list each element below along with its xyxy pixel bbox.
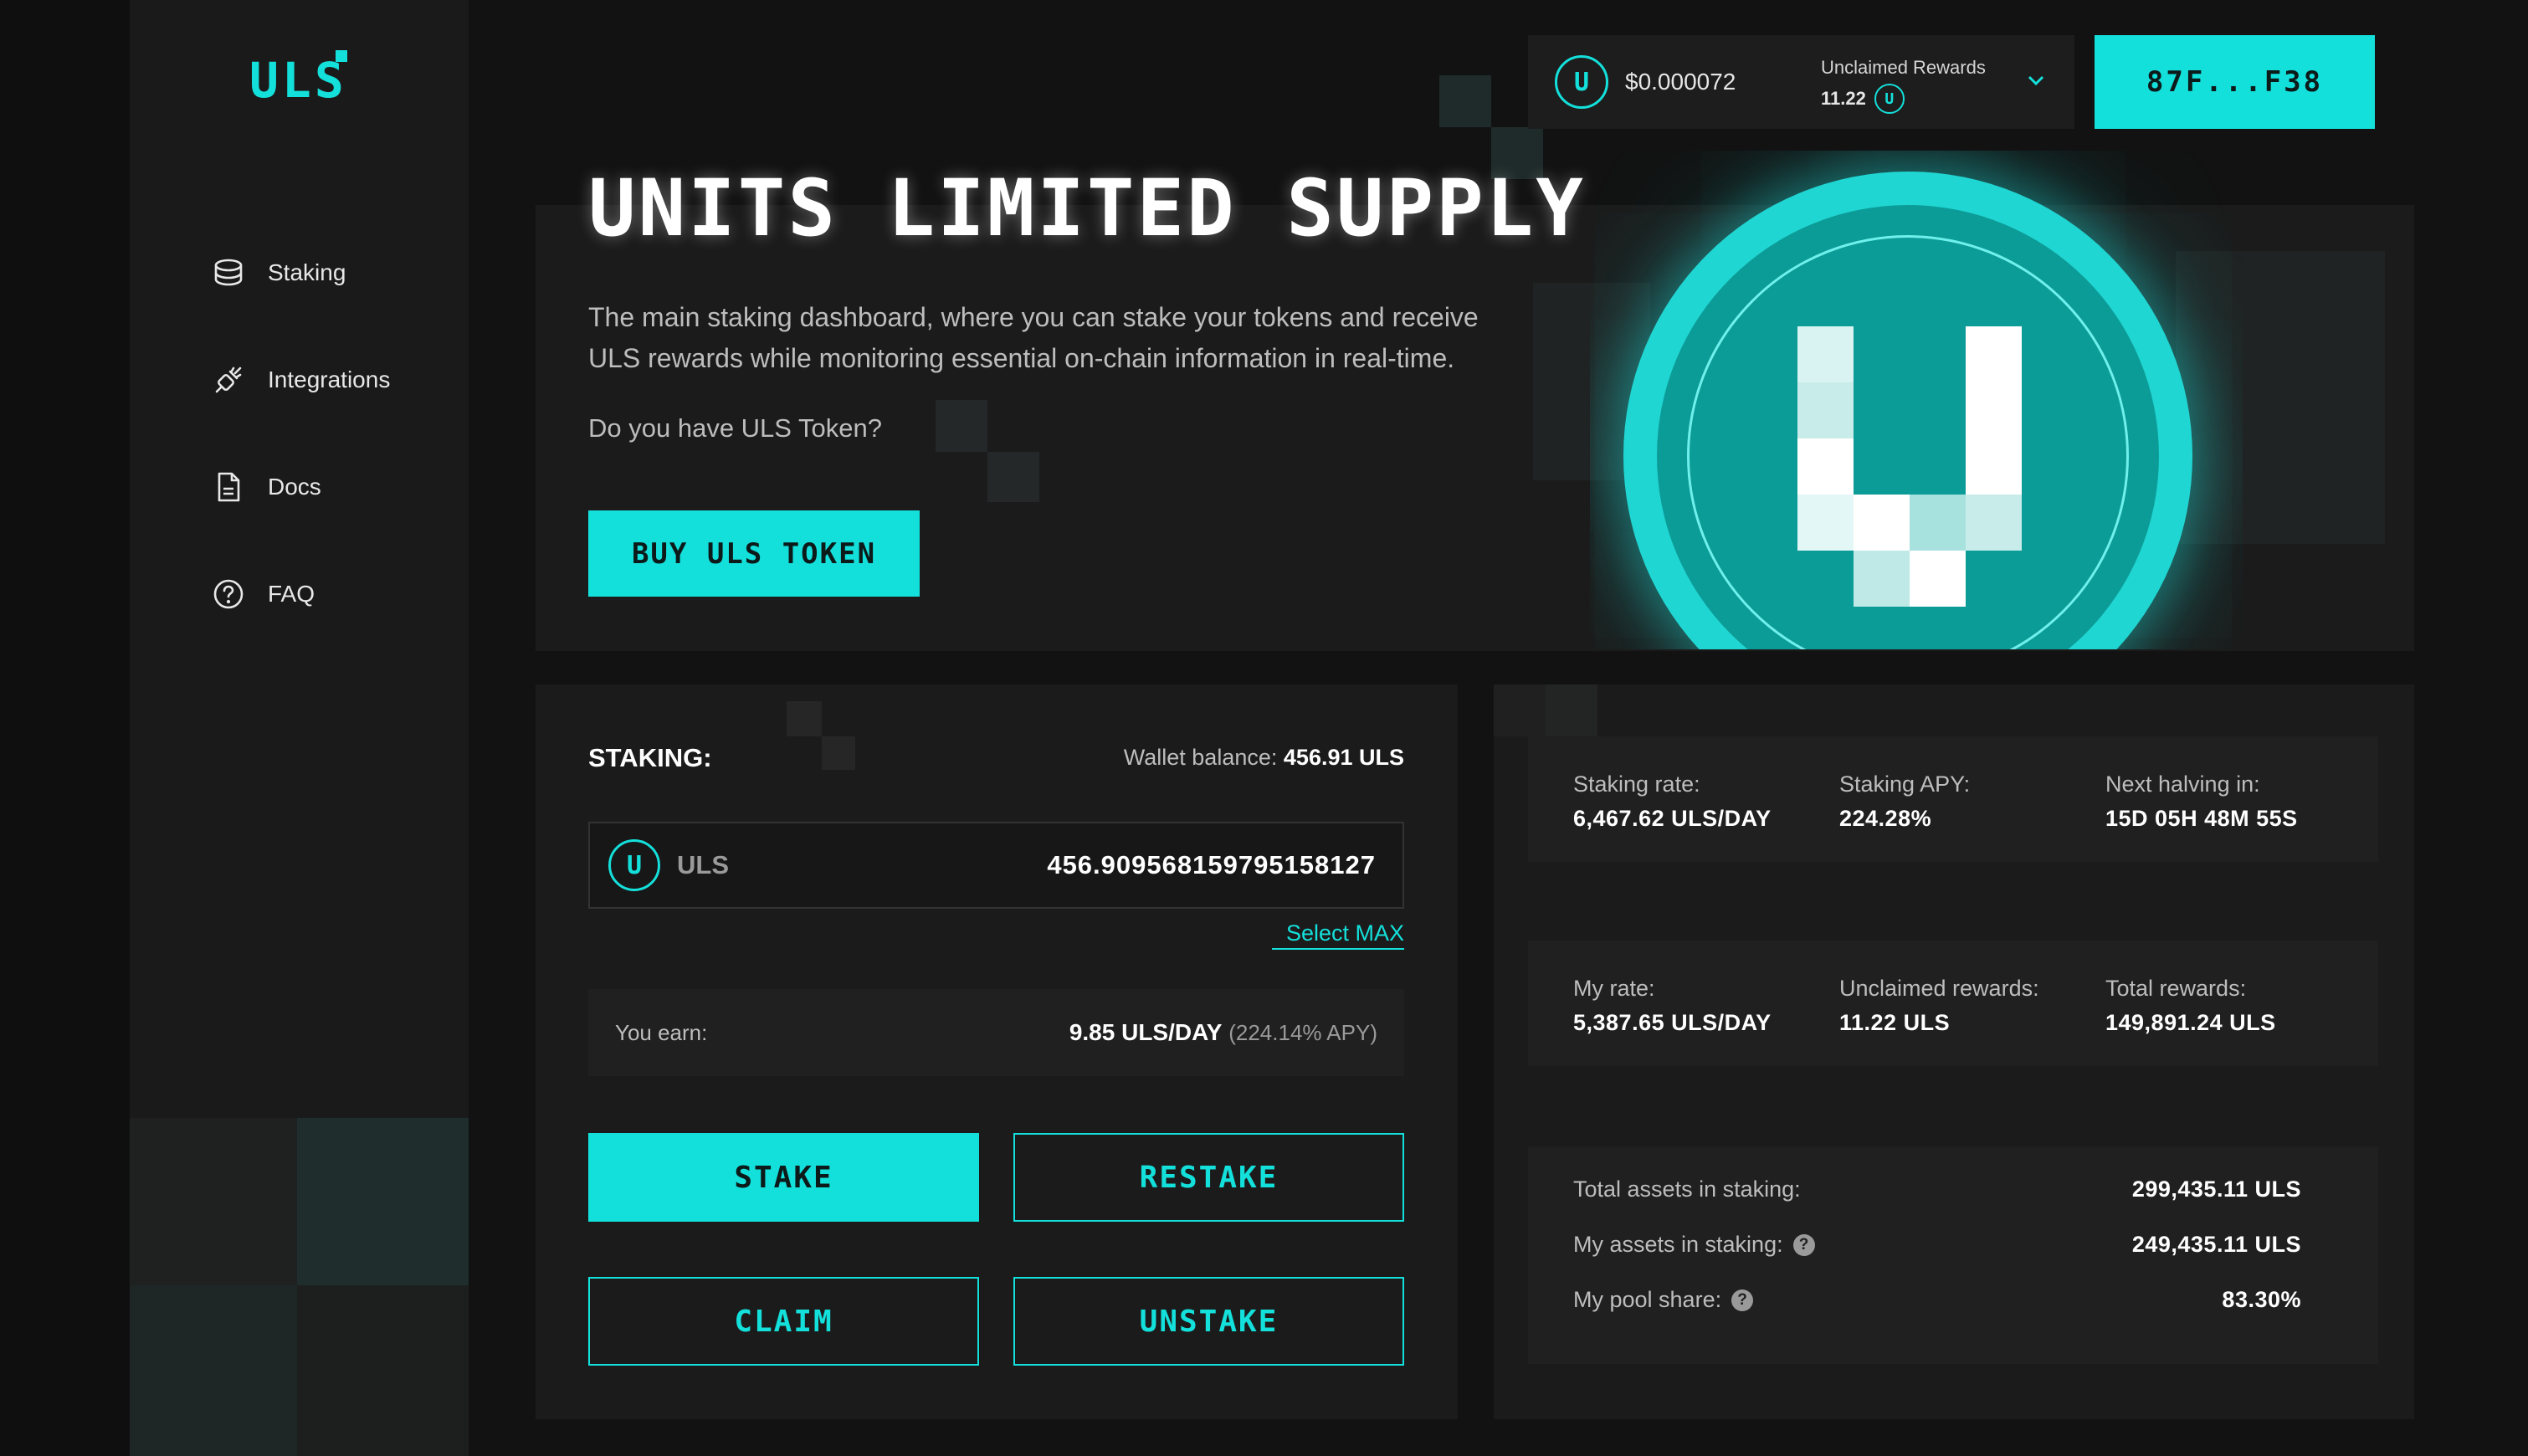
my-stats-card: My rate: 5,387.65 ULS/DAY Unclaimed rewa… bbox=[1528, 941, 2378, 1066]
stat-total-rewards: Total rewards: 149,891.24 ULS bbox=[2105, 976, 2276, 1036]
stat-unclaimed-rewards: Unclaimed rewards: 11.22 ULS bbox=[1839, 976, 2039, 1036]
uls-coin-icon: U bbox=[1874, 84, 1905, 114]
decor-pixel bbox=[297, 1285, 469, 1456]
stat-value: 15D 05H 48M 55S bbox=[2105, 806, 2298, 831]
stake-button[interactable]: STAKE bbox=[588, 1133, 979, 1222]
stat-label: Next halving in: bbox=[2105, 772, 2260, 797]
stat-value: 249,435.11 ULS bbox=[2131, 1232, 2301, 1257]
stat-value: 6,467.62 ULS/DAY bbox=[1573, 806, 1772, 831]
decor-pixel bbox=[1494, 684, 1546, 736]
wallet-balance: Wallet balance: 456.91 ULS bbox=[1105, 745, 1404, 771]
stat-value: 149,891.24 ULS bbox=[2105, 1010, 2276, 1035]
sidebar-item-staking[interactable]: Staking bbox=[209, 219, 390, 326]
claim-button[interactable]: CLAIM bbox=[588, 1277, 979, 1366]
wallet-balance-label: Wallet balance: bbox=[1123, 745, 1278, 770]
decor-pixel bbox=[787, 701, 822, 736]
stat-staking-rate: Staking rate: 6,467.62 ULS/DAY bbox=[1573, 772, 1772, 832]
stat-label: Total rewards: bbox=[2105, 976, 2247, 1001]
stat-label-wrap: My assets in staking: ? bbox=[1573, 1232, 1815, 1258]
question-circle-icon bbox=[209, 575, 248, 613]
stat-label: Staking rate: bbox=[1573, 772, 1700, 797]
stat-label: Total assets in staking: bbox=[1573, 1177, 1801, 1202]
sidebar-item-label: Integrations bbox=[268, 367, 391, 392]
wallet-balance-value: 456.91 ULS bbox=[1283, 745, 1404, 770]
unstake-button[interactable]: UNSTAKE bbox=[1013, 1277, 1404, 1366]
stat-label: My assets in staking: bbox=[1573, 1232, 1783, 1257]
stat-label: My rate: bbox=[1573, 976, 1655, 1001]
earn-summary: You earn: 9.85 ULS/DAY (224.14% APY) bbox=[588, 989, 1404, 1076]
restake-button[interactable]: RESTAKE bbox=[1013, 1133, 1404, 1222]
global-stats-card: Staking rate: 6,467.62 ULS/DAY Staking A… bbox=[1528, 736, 2378, 862]
sidebar: ULS Staking Integrations Docs FAQ bbox=[130, 0, 469, 1456]
staking-title: STAKING: bbox=[588, 743, 712, 772]
decor-pixel bbox=[822, 736, 855, 770]
help-icon[interactable]: ? bbox=[1731, 1289, 1754, 1311]
earn-apy: (224.14% APY) bbox=[1228, 1020, 1377, 1045]
stat-label: My pool share: bbox=[1573, 1287, 1722, 1312]
stat-staking-apy: Staking APY: 224.28% bbox=[1839, 772, 1970, 832]
plug-icon bbox=[209, 361, 248, 399]
chevron-down-icon[interactable] bbox=[2024, 69, 2048, 92]
page-margin bbox=[0, 0, 130, 1456]
wallet-address-button[interactable]: 87F...F38 bbox=[2095, 35, 2375, 129]
decor-pixel bbox=[936, 400, 987, 452]
stat-value: 299,435.11 ULS bbox=[2131, 1177, 2301, 1202]
pool-row-total-assets: Total assets in staking: 299,435.11 ULS bbox=[1573, 1177, 2301, 1202]
stake-amount-field: U ULS bbox=[588, 822, 1404, 909]
buy-token-button[interactable]: BUY ULS TOKEN bbox=[588, 510, 920, 597]
unclaimed-rewards-dropdown[interactable]: Unclaimed Rewards 11.22 U bbox=[1794, 35, 2074, 129]
stat-label-wrap: My pool share: ? bbox=[1573, 1287, 1754, 1313]
sidebar-item-faq[interactable]: FAQ bbox=[209, 541, 390, 648]
rewards-value: 11.22 bbox=[1821, 88, 1866, 109]
help-icon[interactable]: ? bbox=[1792, 1233, 1815, 1256]
page-title: UNITS LIMITED SUPPLY bbox=[588, 163, 1586, 254]
decor-pixel bbox=[1546, 684, 1597, 736]
decor-pixel bbox=[130, 1285, 297, 1456]
decor-pixel bbox=[987, 452, 1039, 502]
stat-label: Staking APY: bbox=[1839, 772, 1971, 797]
stat-label: Unclaimed rewards: bbox=[1839, 976, 2039, 1001]
coins-stack-icon bbox=[209, 254, 248, 292]
earn-label: You earn: bbox=[615, 1019, 708, 1045]
stat-value: 83.30% bbox=[2222, 1287, 2301, 1312]
token-price: $0.000072 bbox=[1625, 69, 1736, 95]
stat-my-rate: My rate: 5,387.65 ULS/DAY bbox=[1573, 976, 1772, 1036]
uls-coin-icon: U bbox=[608, 839, 660, 891]
sidebar-item-docs[interactable]: Docs bbox=[209, 433, 390, 541]
select-max-link[interactable]: Select MAX bbox=[1272, 920, 1404, 950]
sidebar-item-label: Docs bbox=[268, 474, 321, 500]
token-emblem-clip bbox=[1590, 151, 2243, 649]
stat-value: 11.22 ULS bbox=[1839, 1010, 1951, 1035]
hero-question: Do you have ULS Token? bbox=[588, 413, 882, 443]
stat-next-halving: Next halving in: 15D 05H 48M 55S bbox=[2105, 772, 2298, 832]
logo[interactable]: ULS bbox=[249, 52, 347, 109]
sidebar-item-label: Staking bbox=[268, 259, 346, 285]
token-emblem bbox=[1623, 172, 2192, 649]
sidebar-item-label: FAQ bbox=[268, 581, 315, 607]
stake-amount-input[interactable] bbox=[729, 850, 1376, 880]
pool-row-share: My pool share: ? 83.30% bbox=[1573, 1287, 2301, 1313]
token-symbol: ULS bbox=[677, 850, 729, 879]
decor-pixel bbox=[297, 1118, 469, 1285]
sidebar-nav: Staking Integrations Docs FAQ bbox=[209, 219, 390, 648]
sidebar-item-integrations[interactable]: Integrations bbox=[209, 326, 390, 433]
document-icon bbox=[209, 468, 248, 506]
stat-value: 5,387.65 ULS/DAY bbox=[1573, 1010, 1772, 1035]
uls-coin-icon: U bbox=[1555, 55, 1608, 109]
hero-description: The main staking dashboard, where you ca… bbox=[588, 302, 1479, 373]
decor-pixel bbox=[1439, 75, 1491, 127]
earn-value-row: 9.85 ULS/DAY (224.14% APY) bbox=[1069, 1019, 1377, 1046]
earn-value: 9.85 ULS/DAY bbox=[1069, 1019, 1223, 1045]
token-price-widget: U $0.000072 bbox=[1528, 35, 1821, 129]
decor-pixel bbox=[130, 1118, 297, 1285]
uls-glyph-icon bbox=[1797, 326, 2022, 607]
pool-row-my-assets: My assets in staking: ? 249,435.11 ULS bbox=[1573, 1232, 2301, 1258]
logo-dot bbox=[336, 50, 347, 62]
stat-value: 224.28% bbox=[1839, 806, 1932, 831]
